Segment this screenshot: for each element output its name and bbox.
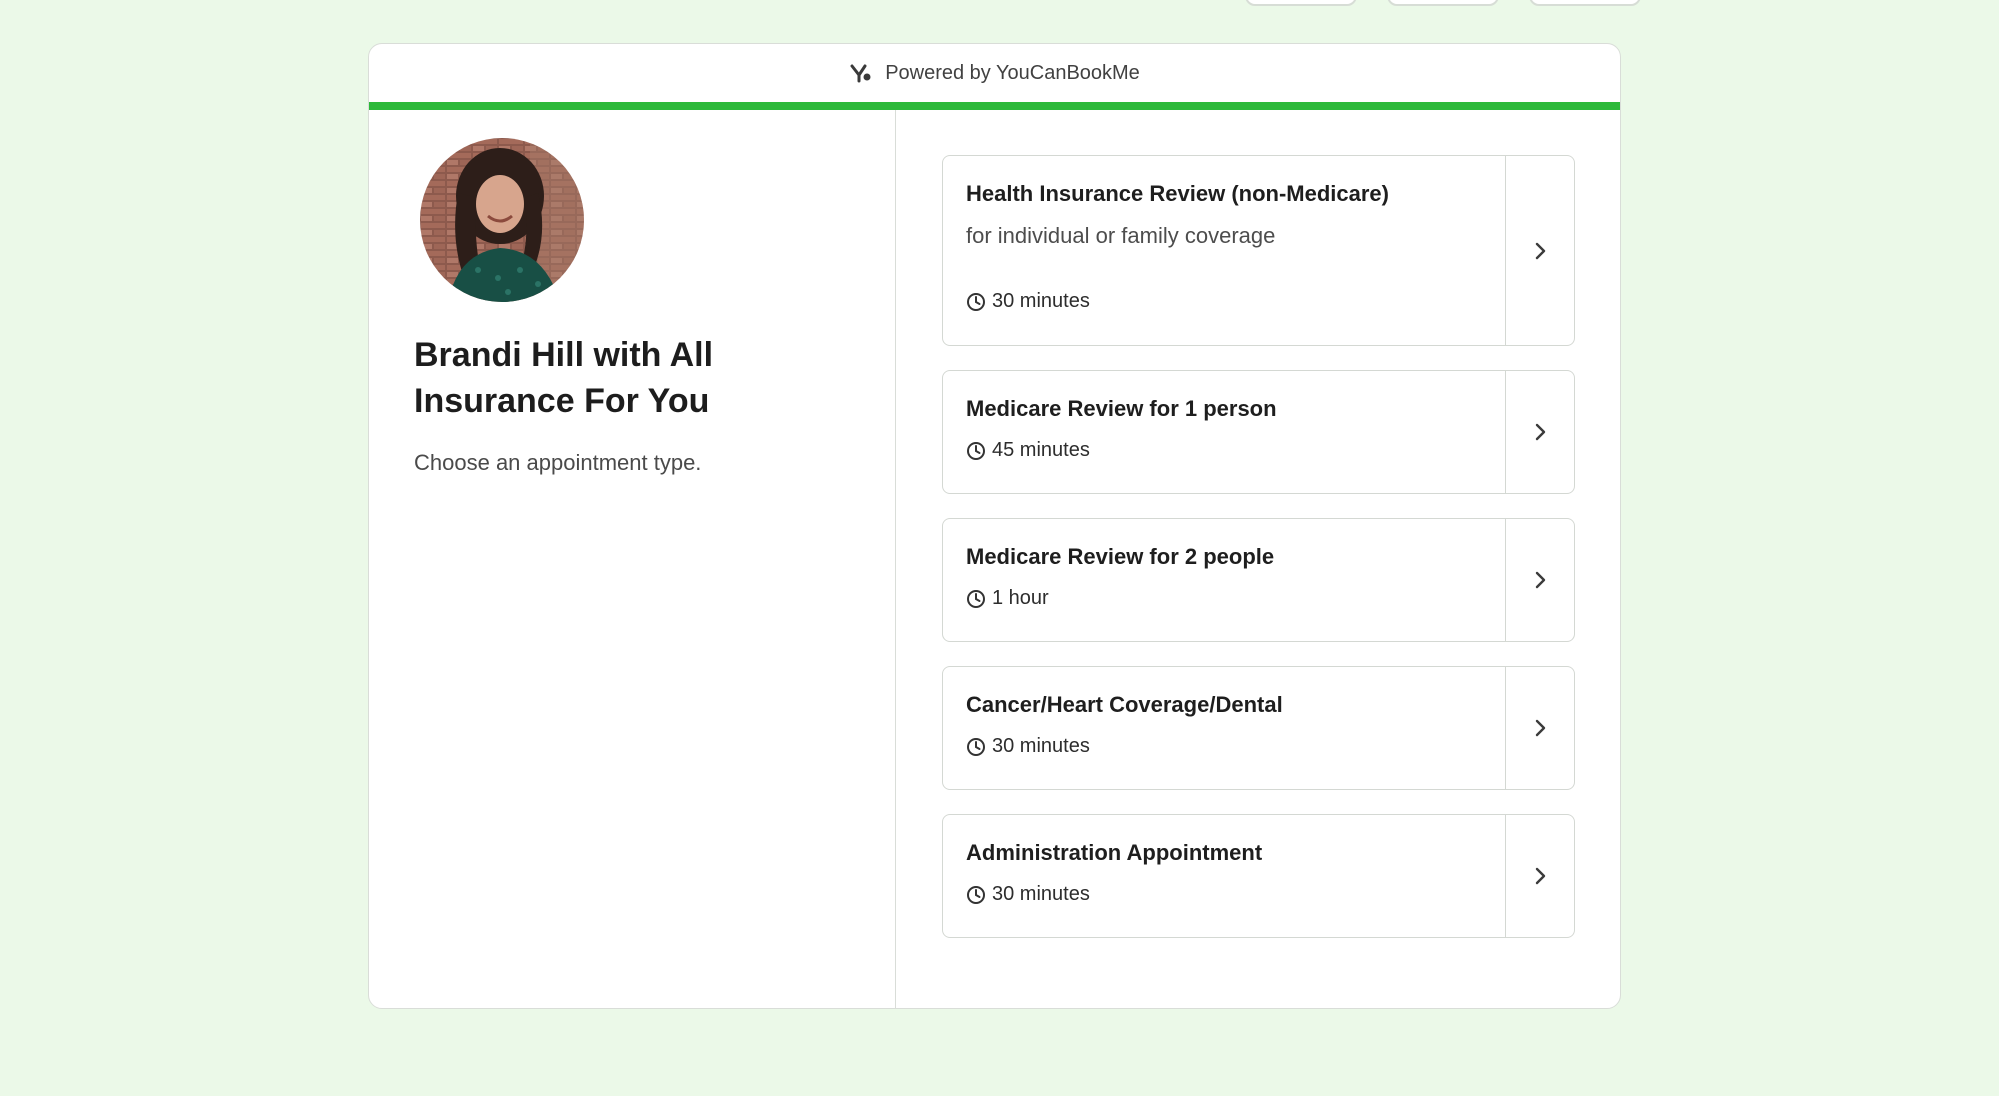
appointment-list: Health Insurance Review (non-Medicare) f…: [896, 110, 1620, 1008]
appointment-title: Administration Appointment: [966, 840, 1263, 865]
appointment-medicare-review-2-people[interactable]: Medicare Review for 2 people 1 hour: [942, 518, 1575, 642]
appointment-title: Health Insurance Review (non-Medicare): [966, 181, 1389, 206]
page-subtitle: Choose an appointment type.: [414, 450, 702, 475]
appointment-open-button[interactable]: [1505, 519, 1574, 641]
duration-text: 30 minutes: [992, 735, 1090, 757]
clock-icon: [966, 737, 986, 757]
appointment-description: for individual or family coverage: [966, 223, 1276, 248]
appointment-content: Medicare Review for 1 person 45 minutes: [943, 371, 1505, 493]
appointment-title: Medicare Review for 1 person: [966, 396, 1277, 421]
appointment-cancer-heart-dental[interactable]: Cancer/Heart Coverage/Dental 30 minutes: [942, 666, 1575, 790]
appointment-content: Administration Appointment 30 minutes: [943, 815, 1505, 937]
clock-icon: [966, 589, 986, 609]
appointment-open-button[interactable]: [1505, 156, 1574, 345]
chevron-right-icon: [1530, 422, 1550, 442]
avatar: [420, 138, 584, 302]
appointment-administration[interactable]: Administration Appointment 30 minutes: [942, 814, 1575, 938]
appointment-medicare-review-1-person[interactable]: Medicare Review for 1 person 45 minutes: [942, 370, 1575, 494]
clock-icon: [966, 885, 986, 905]
appointment-duration: 1 hour: [966, 587, 1505, 610]
duration-text: 1 hour: [992, 587, 1049, 609]
page-title: Brandi Hill with All Insurance For You: [414, 336, 714, 420]
card-header: Powered by YouCanBookMe: [369, 44, 1620, 102]
youcanbookme-logo-icon: [849, 63, 873, 83]
appointment-open-button[interactable]: [1505, 667, 1574, 789]
powered-by-text[interactable]: Powered by YouCanBookMe: [885, 62, 1140, 85]
appointment-title: Cancer/Heart Coverage/Dental: [966, 692, 1283, 717]
appointment-content: Cancer/Heart Coverage/Dental 30 minutes: [943, 667, 1505, 789]
appointment-duration: 45 minutes: [966, 439, 1505, 462]
top-tab-3[interactable]: [1529, 0, 1641, 6]
appointment-open-button[interactable]: [1505, 815, 1574, 937]
duration-text: 45 minutes: [992, 439, 1090, 461]
duration-text: 30 minutes: [992, 290, 1090, 312]
chevron-right-icon: [1530, 570, 1550, 590]
appointment-duration: 30 minutes: [966, 290, 1505, 313]
booking-card: Powered by YouCanBookMe Brandi Hill with…: [368, 43, 1621, 1009]
appointment-duration: 30 minutes: [966, 883, 1505, 906]
appointment-title: Medicare Review for 2 people: [966, 544, 1275, 569]
appointment-content: Medicare Review for 2 people 1 hour: [943, 519, 1505, 641]
appointment-open-button[interactable]: [1505, 371, 1574, 493]
progress-bar: [369, 102, 1620, 110]
top-tab-1[interactable]: [1245, 0, 1357, 6]
profile-pane: Brandi Hill with All Insurance For You C…: [369, 110, 896, 1008]
chevron-right-icon: [1530, 866, 1550, 886]
top-tabs: [1245, 0, 1641, 6]
chevron-right-icon: [1530, 241, 1550, 261]
appointment-content: Health Insurance Review (non-Medicare) f…: [943, 156, 1505, 345]
top-tab-2[interactable]: [1387, 0, 1499, 6]
card-body: Brandi Hill with All Insurance For You C…: [369, 110, 1620, 1008]
chevron-right-icon: [1530, 718, 1550, 738]
clock-icon: [966, 441, 986, 461]
appointment-health-insurance-review[interactable]: Health Insurance Review (non-Medicare) f…: [942, 155, 1575, 346]
clock-icon: [966, 292, 986, 312]
appointment-duration: 30 minutes: [966, 735, 1505, 758]
duration-text: 30 minutes: [992, 883, 1090, 905]
